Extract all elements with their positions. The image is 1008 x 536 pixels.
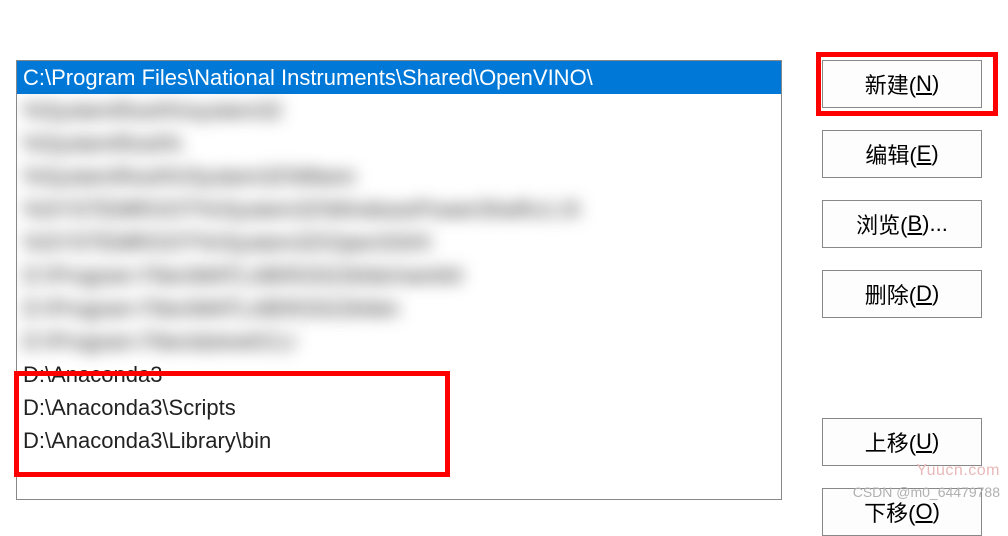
list-item[interactable]: D:\Program Files\MATLAB\R2022b\bin\win64: [17, 259, 781, 292]
list-item[interactable]: D:\Program Files\dotnet\CLI: [17, 325, 781, 358]
list-item[interactable]: D:\Anaconda3\Scripts: [17, 391, 781, 424]
edit-button-label: 编辑(: [865, 138, 916, 170]
list-item[interactable]: %SystemRoot%: [17, 127, 781, 160]
movedown-mnemonic: O: [915, 499, 932, 525]
new-mnemonic: N: [916, 71, 932, 97]
list-item[interactable]: %SYSTEMROOT%\System32\OpenSSH\: [17, 226, 781, 259]
browse-button[interactable]: 浏览(B)...: [822, 200, 982, 248]
list-item[interactable]: %SYSTEMROOT%\System32\WindowsPowerShell\…: [17, 193, 781, 226]
button-spacer: [822, 340, 982, 396]
list-item[interactable]: %SystemRoot%\System32\Wbem: [17, 160, 781, 193]
browse-mnemonic: B: [907, 211, 922, 237]
browse-tail: )...: [922, 211, 948, 237]
new-button-label: 新建(: [865, 68, 916, 100]
browse-button-label: 浏览(: [856, 208, 907, 240]
delete-button[interactable]: 删除(D): [822, 270, 982, 318]
new-tail: ): [932, 71, 939, 97]
delete-mnemonic: D: [916, 281, 932, 307]
moveup-mnemonic: U: [916, 429, 932, 455]
list-item[interactable]: C:\Program Files\National Instruments\Sh…: [17, 61, 781, 94]
moveup-button-label: 上移(: [865, 426, 916, 458]
edit-button[interactable]: 编辑(E): [822, 130, 982, 178]
list-item[interactable]: D:\Anaconda3: [17, 358, 781, 391]
delete-button-label: 删除(: [865, 278, 916, 310]
list-item[interactable]: D:\Program Files\MATLAB\R2022b\bin: [17, 292, 781, 325]
movedown-button-label: 下移(: [864, 496, 915, 528]
moveup-button[interactable]: 上移(U): [822, 418, 982, 466]
delete-tail: ): [932, 281, 939, 307]
list-item[interactable]: %SystemRoot%\system32: [17, 94, 781, 127]
new-button[interactable]: 新建(N): [822, 60, 982, 108]
path-listbox[interactable]: C:\Program Files\National Instruments\Sh…: [16, 60, 782, 500]
edit-tail: ): [931, 141, 938, 167]
list-item[interactable]: D:\Anaconda3\Library\bin: [17, 424, 781, 457]
movedown-tail: ): [933, 499, 940, 525]
watermark-site: Yuucn.com: [916, 462, 1000, 480]
edit-mnemonic: E: [917, 141, 932, 167]
moveup-tail: ): [932, 429, 939, 455]
watermark-author: CSDN @m0_64479788: [853, 484, 1000, 500]
